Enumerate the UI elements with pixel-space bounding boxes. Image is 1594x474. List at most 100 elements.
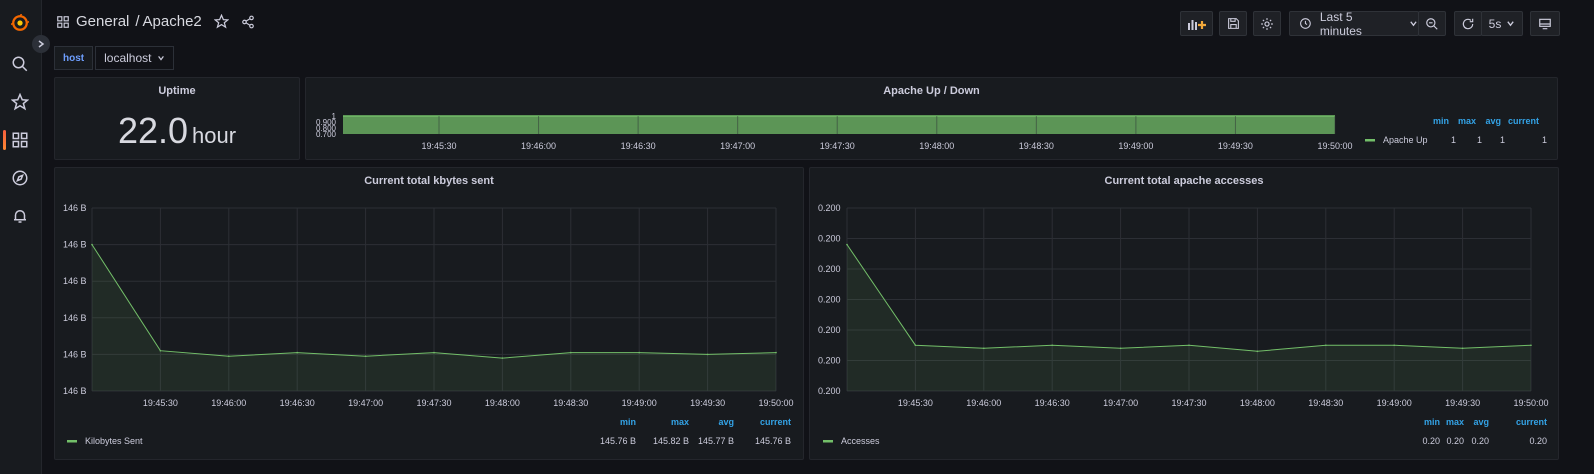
data-point <box>1325 344 1327 347</box>
legend-value-current: 145.76 B <box>755 436 791 446</box>
clock-icon <box>1300 18 1311 29</box>
legend-header-avg: avg <box>718 417 734 427</box>
data-point <box>1051 344 1053 347</box>
x-tick-label: 19:45:30 <box>143 398 178 408</box>
zoom-out-button[interactable] <box>1418 11 1446 36</box>
tv-mode-icon <box>1539 18 1551 29</box>
legend-header-current: current <box>1516 417 1547 427</box>
legend-value-max: 1 <box>1477 135 1482 145</box>
data-point <box>1530 344 1532 347</box>
star-icon[interactable] <box>213 14 229 29</box>
refresh-interval-picker[interactable]: 5s <box>1481 11 1523 36</box>
dashboard-settings-button[interactable] <box>1253 11 1281 36</box>
expand-menu-button[interactable] <box>32 35 50 53</box>
data-point <box>364 355 367 358</box>
data-point <box>775 351 777 354</box>
legend-series-name: Apache Up <box>1383 135 1428 145</box>
legend-series-name: Accesses <box>841 436 880 446</box>
legend-header-avg: avg <box>1485 116 1501 126</box>
refresh-interval-label: 5s <box>1488 16 1502 31</box>
legend-series-name: Kilobytes Sent <box>85 436 143 446</box>
legend-header-min: min <box>1424 417 1440 427</box>
time-range-picker[interactable]: Last 5 minutes <box>1289 10 1419 38</box>
x-tick-label: 19:49:00 <box>622 398 657 408</box>
updown-chart: 10.9000.8000.70019:45:30 19:46:00 19:46:30… <box>316 112 1547 151</box>
y-tick-label: 0.200 <box>818 356 841 366</box>
x-tick-label: 19:48:00 <box>1240 398 1275 408</box>
y-tick-label: 146 B <box>63 240 87 250</box>
dashboards-icon <box>57 15 69 28</box>
alerting-icon[interactable] <box>9 205 31 227</box>
x-tick-label: 19:47:00 <box>720 141 755 151</box>
series-area <box>343 116 1335 134</box>
x-tick-label: 19:48:30 <box>1019 141 1054 151</box>
legend-header-max: max <box>1446 417 1464 427</box>
data-point <box>570 351 572 354</box>
x-tick-label: 19:47:00 <box>348 398 383 408</box>
y-tick-label: 0.200 <box>818 203 841 213</box>
data-point <box>1393 344 1395 347</box>
x-tick-label: 19:46:30 <box>1035 398 1070 408</box>
folder-link[interactable]: General <box>76 13 129 30</box>
y-tick-label: 0.700 <box>316 130 337 139</box>
legend-value-max: 0.20 <box>1446 436 1464 446</box>
legend-value-min: 0.20 <box>1422 436 1440 446</box>
x-tick-label: 19:46:00 <box>521 141 556 151</box>
y-tick-label: 0.200 <box>818 325 841 335</box>
accesses-chart: 0.200 0.200 0.200 0.200 0.200 0.200 0.200 19:45… <box>818 203 1549 446</box>
data-point <box>1256 350 1259 353</box>
refresh-icon <box>1462 18 1474 29</box>
legend-header-avg: avg <box>1473 417 1489 427</box>
chevron-down-icon <box>158 56 165 61</box>
save-icon <box>1227 18 1239 29</box>
breadcrumb: General / Apache2 <box>56 13 255 30</box>
panel-title: Uptime <box>158 85 196 97</box>
host-variable-select[interactable]: localhost <box>95 46 175 70</box>
legend-value-max: 145.82 B <box>653 436 689 446</box>
dashboard-title[interactable]: Apache2 <box>143 13 202 30</box>
x-tick-label: 19:49:30 <box>1218 141 1253 151</box>
x-tick-label: 19:46:30 <box>621 141 656 151</box>
legend-header-current: current <box>760 417 791 427</box>
data-point <box>296 351 298 354</box>
star-icon[interactable] <box>9 91 31 113</box>
x-tick-label: 19:45:30 <box>898 398 933 408</box>
add-panel-button[interactable] <box>1180 11 1213 36</box>
data-point <box>1188 344 1190 347</box>
x-tick-label: 19:47:00 <box>1103 398 1138 408</box>
x-tick-label: 19:49:00 <box>1377 398 1412 408</box>
uptime-value: 22.0 <box>117 110 189 151</box>
grafana-logo-icon[interactable] <box>9 12 31 34</box>
data-point <box>1461 347 1464 350</box>
uptime-panel[interactable]: Uptime 22.0 hour <box>54 77 300 160</box>
explore-icon[interactable] <box>9 167 31 189</box>
apache-updown-panel[interactable]: Apache Up / Down 1 0.900 0.800 0.700 19:45:3… <box>305 77 1558 160</box>
data-point <box>91 243 93 246</box>
apache-accesses-panel[interactable]: Current total apache accesses 0.200 0.200… <box>809 167 1559 460</box>
data-point <box>433 351 435 354</box>
variable-value: localhost <box>104 51 152 65</box>
legend-swatch <box>67 440 77 443</box>
tv-mode-button[interactable] <box>1530 11 1560 36</box>
legend-header-current: current <box>1508 116 1539 126</box>
y-tick-label: 146 B <box>63 349 87 359</box>
y-tick-label: 0.200 <box>818 295 841 305</box>
legend-header-max: max <box>1458 116 1476 126</box>
dashboards-icon[interactable] <box>9 129 31 151</box>
share-icon[interactable] <box>241 15 255 29</box>
legend-value-avg: 145.77 B <box>698 436 734 446</box>
chevron-down-icon <box>1410 21 1417 27</box>
x-tick-label: 19:50:00 <box>1317 141 1352 151</box>
x-tick-label: 19:49:00 <box>1118 141 1153 151</box>
data-point <box>914 344 917 347</box>
kbytes-sent-panel[interactable]: Current total kbytes sent 146 B 146 B 146 … <box>54 167 804 460</box>
legend-value-avg: 0.20 <box>1471 436 1489 446</box>
refresh-button[interactable] <box>1454 11 1482 36</box>
save-dashboard-button[interactable] <box>1219 11 1247 36</box>
data-point <box>228 355 230 358</box>
y-tick-label: 0.200 <box>818 386 841 396</box>
uptime-unit: hour <box>192 123 237 148</box>
kbytes-chart: 146 B 146 B 146 B 146 B 146 B 146 B 19:45:30 19… <box>63 203 794 446</box>
y-tick-label: 146 B <box>63 276 87 286</box>
search-icon[interactable] <box>9 53 31 75</box>
